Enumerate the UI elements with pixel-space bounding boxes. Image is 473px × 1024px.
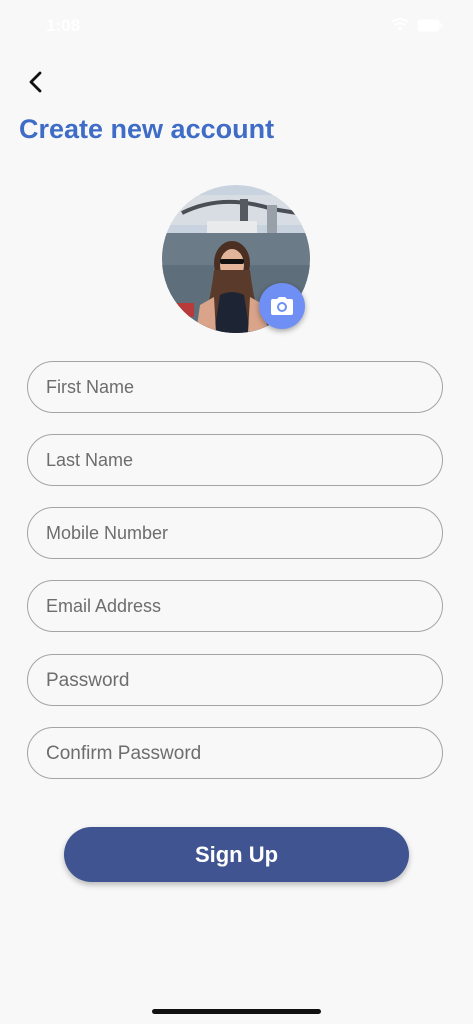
mobile-number-input[interactable]: [28, 508, 442, 558]
confirm-password-input[interactable]: [28, 728, 442, 778]
back-button[interactable]: [18, 64, 54, 100]
sign-up-button[interactable]: Sign Up: [64, 827, 409, 882]
last-name-field[interactable]: [27, 434, 443, 486]
confirm-password-field[interactable]: [27, 727, 443, 779]
status-icons: [391, 18, 443, 32]
password-field[interactable]: [27, 654, 443, 706]
status-time: 1:08: [46, 16, 81, 35]
first-name-input[interactable]: [28, 362, 442, 412]
email-input[interactable]: [28, 581, 442, 631]
page-title: Create new account: [19, 114, 275, 144]
mobile-number-field[interactable]: [27, 507, 443, 559]
chevron-left-icon: [29, 71, 42, 93]
battery-icon: [417, 19, 443, 31]
camera-icon: [271, 297, 293, 315]
last-name-input[interactable]: [28, 435, 442, 485]
password-input[interactable]: [28, 655, 442, 705]
status-bar: 1:08: [0, 0, 473, 50]
profile-photo-area: [162, 185, 310, 333]
first-name-field[interactable]: [27, 361, 443, 413]
wifi-icon: [391, 18, 409, 31]
home-indicator: [152, 1009, 321, 1014]
email-field[interactable]: [27, 580, 443, 632]
camera-button[interactable]: [259, 283, 305, 329]
